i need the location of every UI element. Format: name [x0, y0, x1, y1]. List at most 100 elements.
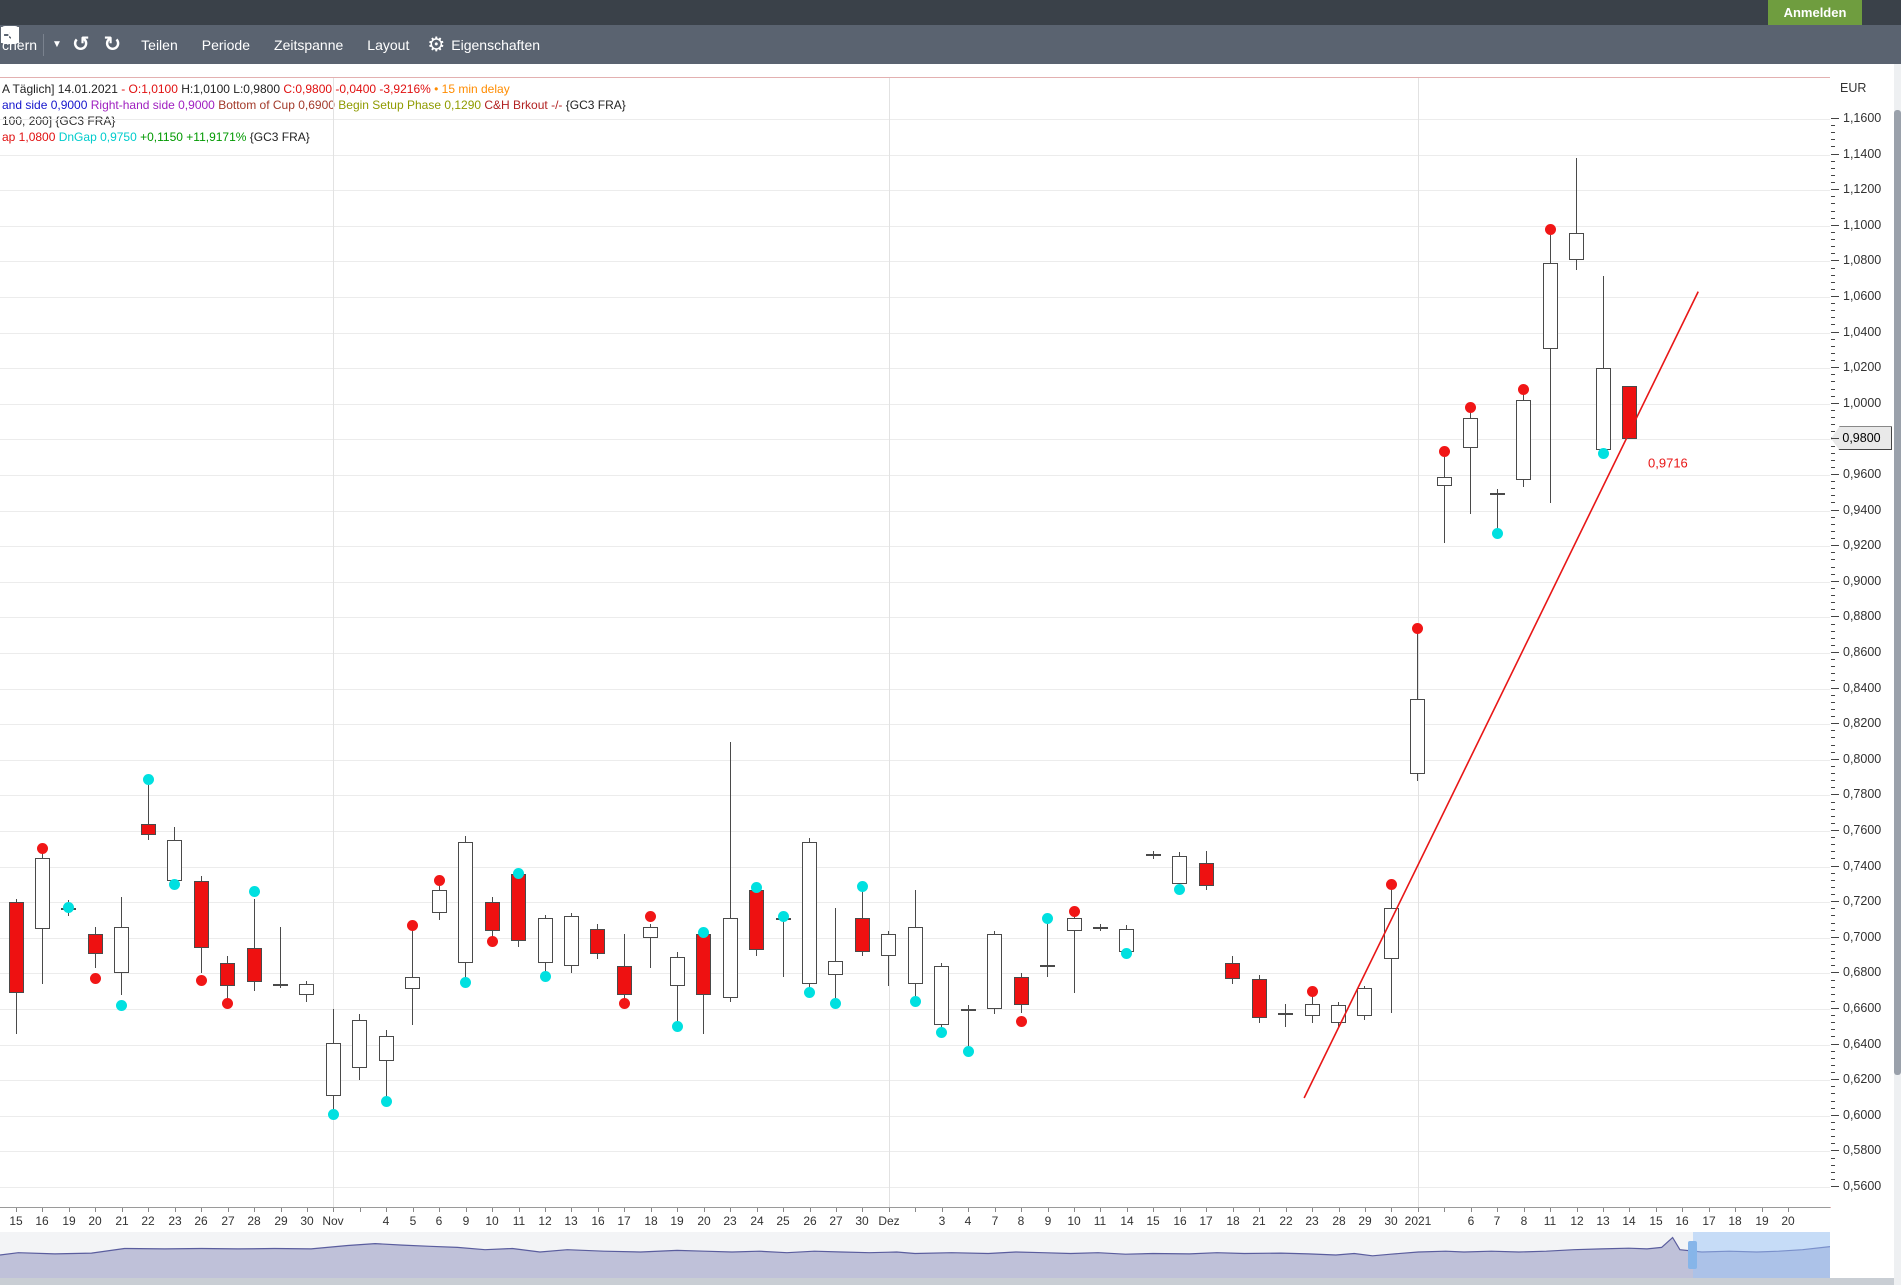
- redo-icon[interactable]: ↻: [104, 34, 122, 55]
- trendline[interactable]: [1304, 292, 1698, 1098]
- date-tick: [1629, 1208, 1630, 1212]
- date-label: 9: [1045, 1214, 1052, 1228]
- navigator-selection[interactable]: [1693, 1232, 1830, 1278]
- price-label: 0,6200: [1843, 1072, 1881, 1086]
- chart-plot-area[interactable]: A Täglich] 14.01.2021 - O:1,0100 H:1,010…: [0, 77, 1831, 1208]
- price-tick: [1831, 574, 1835, 575]
- price-tick: [1831, 994, 1835, 995]
- price-tick: [1831, 253, 1835, 254]
- date-tick: [42, 1208, 43, 1212]
- price-tick: [1831, 595, 1835, 596]
- date-label: 7: [992, 1214, 999, 1228]
- date-tick: [201, 1208, 202, 1212]
- date-tick: [1100, 1208, 1101, 1212]
- date-label: 3: [939, 1214, 946, 1228]
- price-tick: [1831, 745, 1835, 746]
- price-label: 1,0000: [1843, 396, 1881, 410]
- price-tick: [1831, 609, 1835, 610]
- price-tick: [1831, 965, 1835, 966]
- date-tick: [1180, 1208, 1181, 1212]
- price-tick: [1831, 894, 1835, 895]
- layout-button[interactable]: Layout: [361, 37, 409, 53]
- price-tick: [1831, 752, 1835, 753]
- date-label: 13: [1596, 1214, 1609, 1228]
- date-tick: [995, 1208, 996, 1212]
- date-tick: [439, 1208, 440, 1212]
- date-tick: [730, 1208, 731, 1212]
- date-tick: [1471, 1208, 1472, 1212]
- price-tick: [1831, 446, 1835, 447]
- price-tick: [1831, 488, 1835, 489]
- save-dropdown-caret[interactable]: ▼: [52, 39, 62, 50]
- date-tick: [1365, 1208, 1366, 1212]
- price-tick: [1831, 417, 1835, 418]
- date-label: 4: [965, 1214, 972, 1228]
- price-tick: [1831, 972, 1839, 973]
- price-tick: [1831, 1065, 1835, 1066]
- date-tick: [836, 1208, 837, 1212]
- price-tick: [1831, 146, 1835, 147]
- price-label: 0,8200: [1843, 716, 1881, 730]
- price-tick: [1831, 1165, 1835, 1166]
- navigator-handle[interactable]: [1688, 1241, 1697, 1269]
- price-label: 0,8600: [1843, 645, 1881, 659]
- date-label: Dez: [878, 1214, 899, 1228]
- properties-button[interactable]: ⚙ Eigenschaften: [427, 35, 540, 55]
- price-tick: [1831, 1051, 1835, 1052]
- range-navigator[interactable]: [0, 1232, 1830, 1278]
- date-tick: [175, 1208, 176, 1212]
- price-tick: [1831, 638, 1835, 639]
- price-tick: [1831, 139, 1835, 140]
- date-tick: [1127, 1208, 1128, 1212]
- date-label: 16: [1675, 1214, 1688, 1228]
- price-tick: [1831, 709, 1835, 710]
- price-tick: [1831, 1179, 1835, 1180]
- price-tick: [1831, 944, 1835, 945]
- price-tick: [1831, 232, 1835, 233]
- price-tick: [1831, 1029, 1835, 1030]
- scrollbar-thumb[interactable]: [1894, 110, 1901, 1075]
- price-axis[interactable]: EUR 0,9800 1,16001,14001,12001,10001,080…: [1830, 77, 1894, 1207]
- price-tick: [1831, 182, 1835, 183]
- undo-icon[interactable]: ↺: [72, 34, 90, 55]
- date-tick: [1577, 1208, 1578, 1212]
- price-tick: [1831, 132, 1835, 133]
- last-price-badge: 0,9800: [1831, 426, 1892, 450]
- date-tick: [386, 1208, 387, 1212]
- date-label: 23: [168, 1214, 181, 1228]
- date-tick: [228, 1208, 229, 1212]
- price-tick: [1831, 915, 1835, 916]
- price-tick: [1831, 816, 1835, 817]
- share-button[interactable]: Teilen: [135, 37, 178, 53]
- price-tick: [1831, 246, 1835, 247]
- timespan-button[interactable]: Zeitspanne: [268, 37, 343, 53]
- price-tick: [1831, 873, 1835, 874]
- date-axis[interactable]: 151619202122232627282930Nov4569101112131…: [0, 1207, 1830, 1232]
- period-button[interactable]: Periode: [196, 37, 250, 53]
- price-tick: [1831, 324, 1835, 325]
- price-tick: [1831, 823, 1835, 824]
- price-tick: [1831, 531, 1835, 532]
- date-label: 12: [1570, 1214, 1583, 1228]
- price-tick: [1831, 1143, 1835, 1144]
- date-label: 8: [1018, 1214, 1025, 1228]
- price-tick: [1831, 951, 1835, 952]
- date-label: 7: [1494, 1214, 1501, 1228]
- price-tick: [1831, 268, 1835, 269]
- date-label: 17: [1702, 1214, 1715, 1228]
- price-tick: [1831, 958, 1835, 959]
- price-tick: [1831, 410, 1835, 411]
- price-tick: [1831, 225, 1839, 226]
- price-tick: [1831, 118, 1839, 119]
- date-label: 16: [35, 1214, 48, 1228]
- price-tick: [1831, 125, 1835, 126]
- price-label: 1,1400: [1843, 147, 1881, 161]
- date-label: 19: [62, 1214, 75, 1228]
- date-label: 16: [591, 1214, 604, 1228]
- date-label: 17: [617, 1214, 630, 1228]
- date-label: 18: [1728, 1214, 1741, 1228]
- date-label: 23: [723, 1214, 736, 1228]
- login-button[interactable]: Anmelden: [1768, 0, 1862, 25]
- price-tick: [1831, 659, 1835, 660]
- layout-label: Layout: [367, 37, 409, 53]
